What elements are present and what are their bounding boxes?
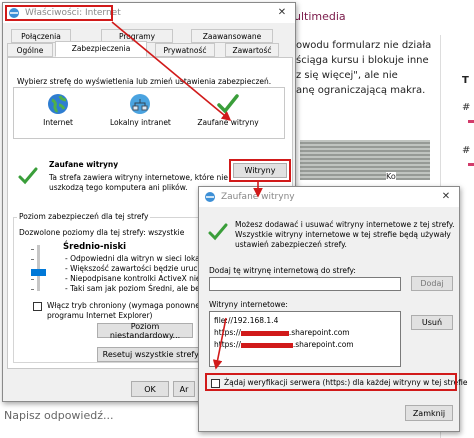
screenshot-root: ultimedia owodu formularz nie działa ści… [0,0,474,438]
annotation-arrows [111,21,263,370]
arrow-list-to-checkbox [212,317,227,370]
arrow-title-to-trusted-zone [111,21,232,122]
